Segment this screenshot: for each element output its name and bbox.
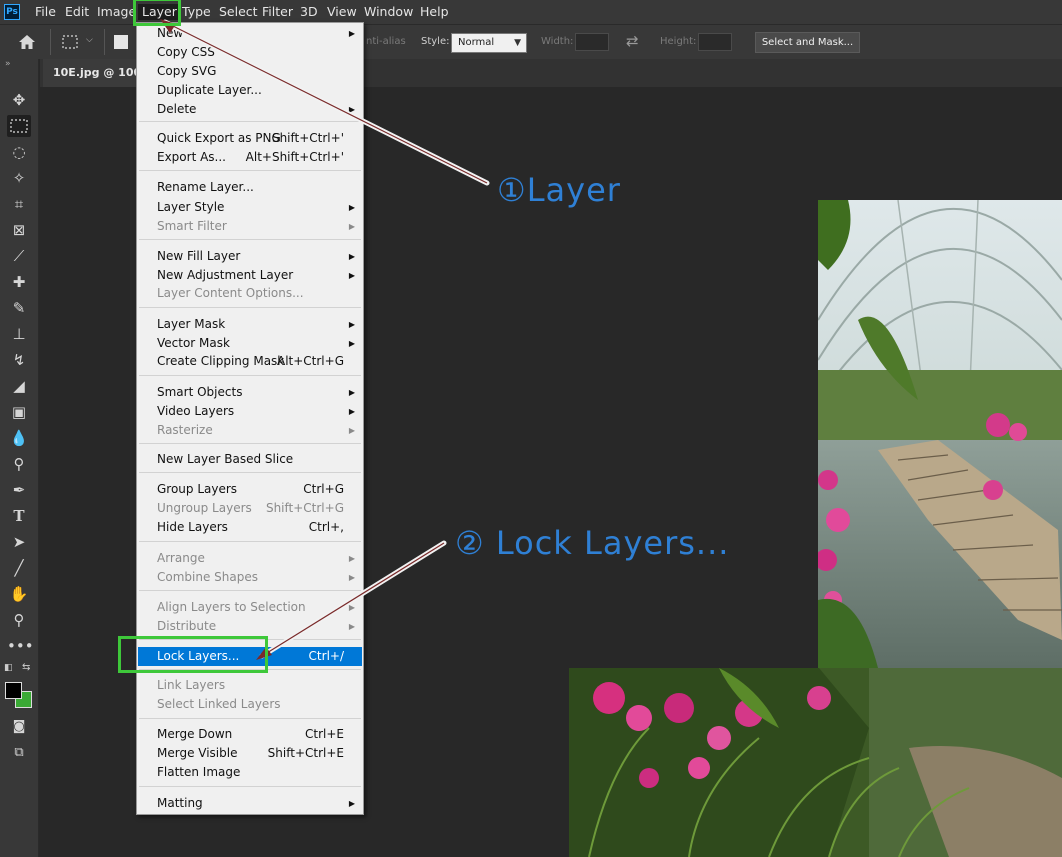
lock-layers-highlight-box <box>118 636 268 673</box>
annotation-step2: ② Lock Layers... <box>455 524 730 562</box>
layer-menu-highlight-box <box>133 0 181 26</box>
annotation-arrows <box>160 19 490 660</box>
annotation-step1: ①Layer <box>497 171 621 209</box>
